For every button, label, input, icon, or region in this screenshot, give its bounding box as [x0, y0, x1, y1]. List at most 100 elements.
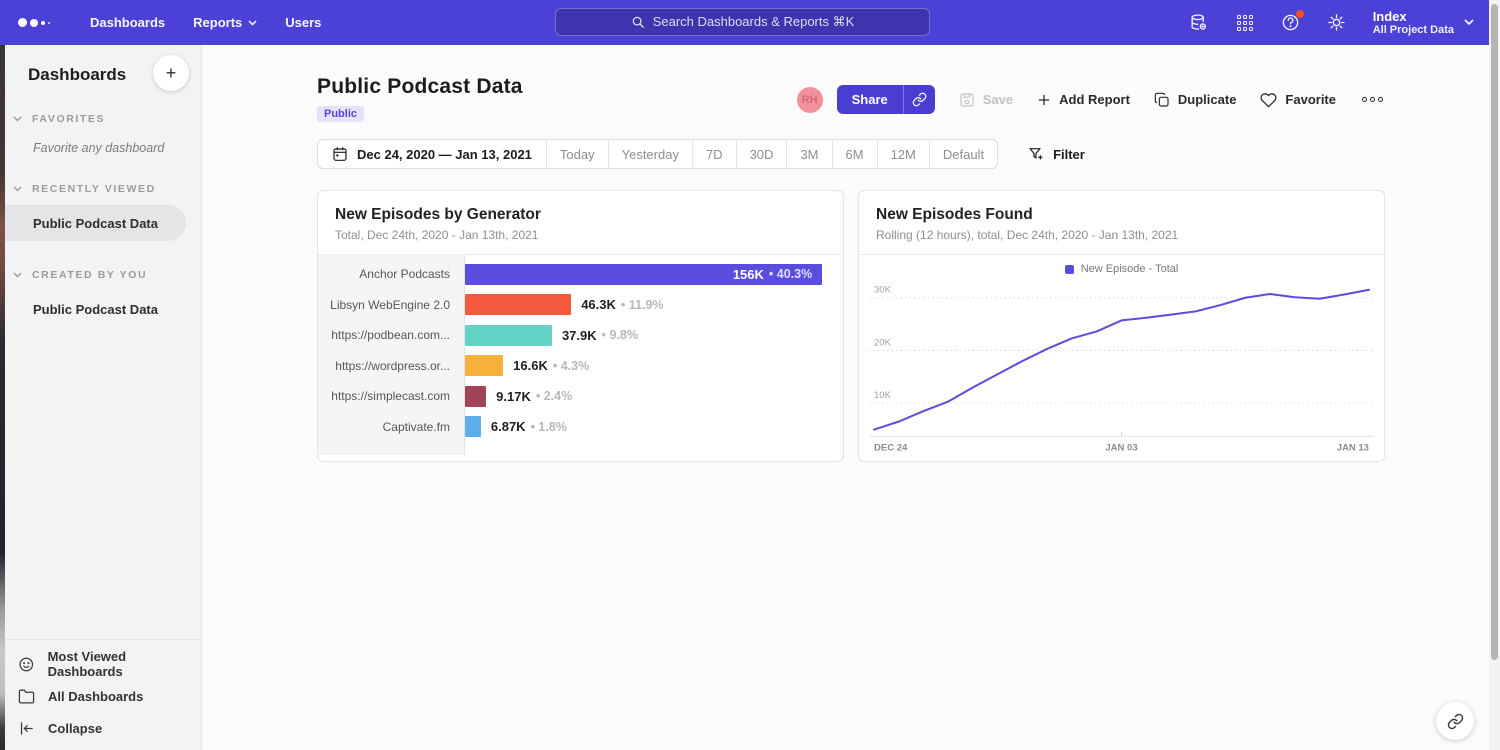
collapse-sidebar-button[interactable]: Collapse	[0, 712, 201, 744]
nav-dashboards-label: Dashboards	[90, 15, 165, 30]
bar: 156K • 40.3%	[465, 264, 822, 285]
section-favorites[interactable]: FAVORITES	[0, 113, 201, 125]
project-name: Index	[1373, 9, 1454, 24]
sidebar-item-public-podcast-data-created[interactable]: Public Podcast Data	[0, 291, 201, 327]
heart-icon	[1260, 91, 1277, 108]
bar-row: 156K • 40.3%	[465, 259, 843, 290]
save-icon	[959, 92, 975, 108]
date-preset-7d[interactable]: 7D	[692, 140, 736, 168]
chevron-down-icon	[13, 116, 22, 122]
chevron-down-icon	[13, 272, 22, 278]
bar-row: 37.9K• 9.8%	[465, 320, 843, 351]
project-selector[interactable]: Index All Project Data	[1373, 9, 1474, 37]
share-button[interactable]: Share	[837, 85, 935, 114]
search-icon	[631, 15, 645, 29]
chevron-down-icon	[248, 20, 257, 26]
bar-chart: Anchor PodcastsLibsyn WebEngine 2.0https…	[318, 255, 843, 455]
sidebar-item-public-podcast-data[interactable]: Public Podcast Data	[0, 205, 186, 241]
add-report-button[interactable]: Add Report	[1037, 92, 1130, 107]
section-recently-viewed[interactable]: RECENTLY VIEWED	[0, 183, 201, 195]
date-preset-default[interactable]: Default	[929, 140, 997, 168]
chevron-down-icon	[13, 186, 22, 192]
bar-percent: • 9.8%	[602, 328, 638, 342]
bar-percent: • 1.8%	[531, 420, 567, 434]
svg-text:JAN 13: JAN 13	[1337, 442, 1369, 453]
data-source-icon[interactable]	[1189, 13, 1209, 33]
help-icon[interactable]	[1281, 13, 1301, 33]
avatar[interactable]: RH	[797, 87, 823, 113]
background-window-sliver	[0, 45, 5, 750]
bar	[465, 386, 486, 407]
bar-category-label: https://simplecast.com	[318, 381, 464, 412]
nav-users-label: Users	[285, 15, 321, 30]
mixpanel-logo-icon[interactable]	[18, 18, 50, 27]
nav-dashboards[interactable]: Dashboards	[90, 15, 165, 30]
bar-row: 16.6K• 4.3%	[465, 351, 843, 382]
bar	[465, 355, 503, 376]
bar-category-label: https://podbean.com...	[318, 320, 464, 351]
copy-link-button[interactable]	[903, 85, 935, 114]
svg-text:10K: 10K	[874, 390, 892, 401]
main-content: Public Podcast Data Public RH Share Save	[202, 45, 1500, 750]
settings-gear-icon[interactable]	[1327, 13, 1347, 33]
nav-reports-label: Reports	[193, 15, 242, 30]
nav-users[interactable]: Users	[285, 15, 321, 30]
add-dashboard-button[interactable]: +	[153, 55, 189, 91]
filter-button[interactable]: Filter	[1028, 146, 1085, 162]
top-nav: Dashboards Reports Users Search Dashboar…	[0, 0, 1500, 45]
notification-dot	[1296, 10, 1304, 18]
bar-value: 156K	[733, 267, 764, 282]
chart-legend: New Episode - Total	[859, 255, 1384, 277]
project-subtitle: All Project Data	[1373, 24, 1454, 37]
search-input[interactable]: Search Dashboards & Reports ⌘K	[555, 8, 930, 36]
bar-category-label: https://wordpress.or...	[318, 351, 464, 382]
all-dashboards-button[interactable]: All Dashboards	[0, 680, 201, 712]
apps-grid-icon[interactable]	[1235, 13, 1255, 33]
svg-text:30K: 30K	[874, 285, 892, 296]
date-preset-today[interactable]: Today	[546, 140, 608, 168]
save-button[interactable]: Save	[959, 92, 1013, 108]
plus-icon	[1037, 93, 1051, 107]
bar-value: 9.17K	[496, 389, 531, 404]
favorite-button[interactable]: Favorite	[1260, 91, 1336, 108]
card-title: New Episodes Found	[876, 206, 1367, 224]
bar-value: 46.3K	[581, 297, 616, 312]
scrollbar-track[interactable]	[1489, 0, 1500, 750]
section-created-by-you[interactable]: CREATED BY YOU	[0, 269, 201, 281]
bar	[465, 416, 481, 437]
date-preset-12m[interactable]: 12M	[877, 140, 929, 168]
svg-text:JAN 03: JAN 03	[1105, 442, 1137, 453]
scrollbar-thumb[interactable]	[1491, 4, 1498, 660]
nav-reports[interactable]: Reports	[193, 15, 257, 30]
most-viewed-dashboards-button[interactable]: Most Viewed Dashboards	[0, 648, 201, 680]
line-chart: 10K20K30KDEC 24JAN 03JAN 13	[859, 277, 1384, 455]
date-range-picker[interactable]: Dec 24, 2020 — Jan 13, 2021	[318, 140, 546, 168]
date-preset-6m[interactable]: 6M	[832, 140, 877, 168]
bar-percent: • 40.3%	[769, 267, 822, 281]
date-preset-yesterday[interactable]: Yesterday	[608, 140, 692, 168]
duplicate-icon	[1154, 92, 1170, 108]
legend-swatch	[1065, 265, 1074, 274]
svg-text:20K: 20K	[874, 337, 892, 348]
date-preset-3m[interactable]: 3M	[786, 140, 831, 168]
bar-row: 6.87K • 1.8%	[465, 412, 843, 443]
bar-category-label: Anchor Podcasts	[318, 259, 464, 290]
chevron-down-icon	[1464, 19, 1474, 26]
floating-link-button[interactable]	[1436, 702, 1474, 740]
filter-funnel-icon	[1028, 146, 1044, 162]
card-new-episodes-found: New Episodes Found Rolling (12 hours), t…	[858, 190, 1385, 462]
calendar-icon	[332, 146, 348, 162]
bar-row: 46.3K• 11.9%	[465, 290, 843, 321]
bar	[465, 325, 552, 346]
bar-chart-bars: 156K• 40.3%46.3K• 11.9%37.9K• 9.8%16.6K•…	[465, 255, 843, 455]
bar-value: 16.6K	[513, 358, 548, 373]
link-icon	[912, 92, 927, 107]
card-title: New Episodes by Generator	[335, 206, 826, 224]
bar-value: 6.87K	[491, 419, 526, 434]
duplicate-button[interactable]: Duplicate	[1154, 92, 1237, 108]
more-options-button[interactable]	[1360, 93, 1385, 106]
date-preset-30d[interactable]: 30D	[736, 140, 787, 168]
link-icon	[1447, 713, 1464, 730]
bar-row: 9.17K• 2.4%	[465, 381, 843, 412]
favorites-empty-text: Favorite any dashboard	[33, 141, 201, 155]
